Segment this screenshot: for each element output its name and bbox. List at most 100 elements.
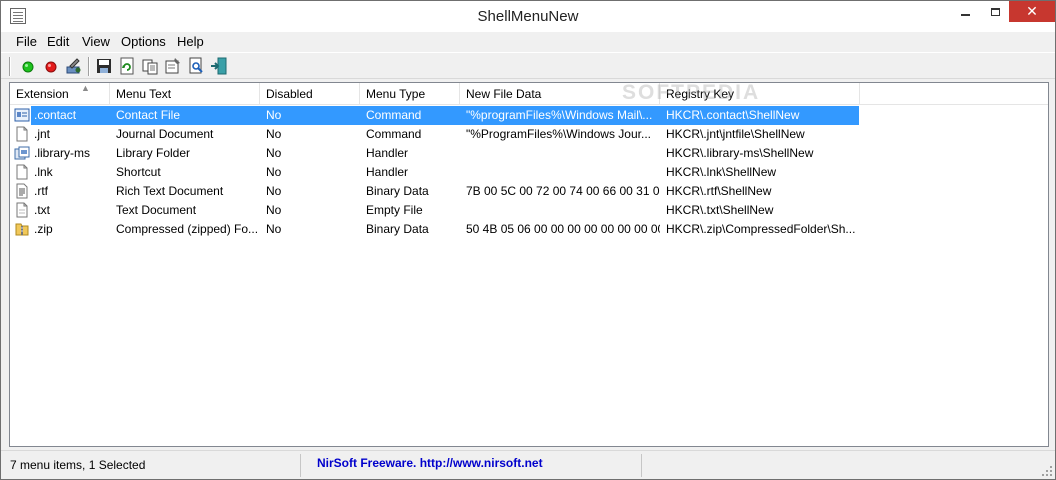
cell-new-file-data	[466, 144, 660, 163]
contact-icon	[14, 107, 30, 123]
cell-extension: .lnk	[34, 165, 53, 179]
cell-menu-type: Binary Data	[366, 222, 429, 236]
cell-disabled: No	[266, 184, 282, 198]
green-circle-icon	[22, 61, 34, 73]
sort-ascending-icon: ▲	[81, 83, 90, 93]
minimize-button[interactable]	[948, 1, 982, 22]
menu-file[interactable]: File	[16, 34, 37, 49]
cell-menu-text: Journal Document	[116, 127, 214, 141]
cell-menu-text: Rich Text Document	[116, 184, 224, 198]
library-icon	[14, 145, 30, 161]
cell-disabled: No	[266, 203, 282, 217]
cell-extension: .zip	[34, 222, 53, 236]
document-icon	[14, 164, 30, 180]
copy-button[interactable]	[140, 56, 160, 76]
cell-menu-type: Handler	[366, 165, 409, 179]
menu-items-list[interactable]: Extension ▲ Menu Text Disabled Menu Type…	[9, 81, 1049, 447]
properties-icon	[165, 58, 180, 74]
cell-menu-text: Contact File	[116, 108, 181, 122]
table-row[interactable]: .lnk Shortcut No Handler HKCR\.lnk\Shell…	[10, 163, 1048, 182]
column-extension[interactable]: Extension	[10, 83, 110, 105]
close-button[interactable]: ✕	[1009, 1, 1055, 22]
window-title: ShellMenuNew	[477, 8, 579, 25]
cell-extension: .rtf	[34, 184, 48, 198]
toolbar	[1, 52, 1055, 79]
enable-button[interactable]	[18, 56, 38, 76]
menu-options[interactable]: Options	[121, 34, 166, 49]
properties-button[interactable]	[163, 56, 183, 76]
cell-disabled: No	[266, 108, 282, 122]
maximize-button[interactable]	[982, 1, 1009, 22]
cell-extension: .txt	[34, 203, 51, 217]
softpedia-watermark: SOFTPEDIA	[622, 81, 761, 104]
cell-menu-text: Compressed (zipped) Fo...	[116, 222, 259, 236]
cell-menu-type: Command	[366, 127, 422, 141]
column-menu-type[interactable]: Menu Type	[360, 83, 460, 105]
status-panel	[641, 454, 1041, 477]
cell-menu-type: Binary Data	[366, 184, 429, 198]
cell-new-file-data: "%programFiles%\Windows Mail\...	[466, 108, 653, 122]
tools-button[interactable]	[64, 56, 84, 76]
menu-edit[interactable]: Edit	[47, 34, 69, 49]
find-button[interactable]	[186, 56, 206, 76]
cell-disabled: No	[266, 165, 282, 179]
cell-new-file-data: "%ProgramFiles%\Windows Jour...	[466, 127, 651, 141]
exit-icon	[211, 57, 227, 75]
column-header: Extension ▲ Menu Text Disabled Menu Type…	[10, 83, 1048, 105]
cell-menu-type: Empty File	[366, 203, 423, 217]
column-disabled[interactable]: Disabled	[260, 83, 360, 105]
cell-menu-text: Text Document	[116, 203, 197, 217]
resize-grip-icon[interactable]	[1041, 465, 1053, 477]
cell-menu-type: Command	[366, 108, 422, 122]
status-bar: 7 menu items, 1 Selected NirSoft Freewar…	[1, 450, 1055, 479]
cell-disabled: No	[266, 127, 282, 141]
cell-registry-key: HKCR\.jnt\jntfile\ShellNew	[666, 127, 805, 141]
column-menu-text[interactable]: Menu Text	[110, 83, 260, 105]
cell-registry-key: HKCR\.rtf\ShellNew	[666, 184, 772, 198]
cell-registry-key: HKCR\.library-ms\ShellNew	[666, 146, 814, 160]
table-row[interactable]: .rtf Rich Text Document No Binary Data 7…	[10, 182, 1048, 201]
table-row[interactable]: .zip Compressed (zipped) Fo... No Binary…	[10, 220, 1048, 239]
cell-disabled: No	[266, 222, 282, 236]
table-row[interactable]: .library-ms Library Folder No Handler HK…	[10, 144, 1048, 163]
exit-button[interactable]	[209, 56, 229, 76]
title-bar[interactable]: ShellMenuNew ✕	[1, 1, 1055, 32]
refresh-icon	[120, 57, 134, 75]
cell-menu-type: Handler	[366, 146, 409, 160]
cell-registry-key: HKCR\.contact\ShellNew	[666, 108, 800, 122]
red-circle-icon	[45, 61, 57, 73]
cell-menu-text: Library Folder	[116, 146, 191, 160]
document-icon	[14, 126, 30, 142]
refresh-button[interactable]	[117, 56, 137, 76]
zip-folder-icon	[14, 221, 30, 237]
cell-extension: .library-ms	[34, 146, 90, 160]
status-item-count: 7 menu items, 1 Selected	[1, 454, 301, 477]
save-icon	[97, 59, 111, 73]
app-window: ShellMenuNew ✕ File Edit View Options He…	[0, 0, 1056, 480]
cell-menu-text: Shortcut	[116, 165, 161, 179]
menu-bar: File Edit View Options Help	[1, 32, 1055, 52]
cell-registry-key: HKCR\.lnk\ShellNew	[666, 165, 777, 179]
tools-icon	[66, 58, 81, 74]
toolbar-grip[interactable]	[9, 57, 11, 76]
table-row[interactable]: .jnt Journal Document No Command "%Progr…	[10, 125, 1048, 144]
close-icon: ✕	[1026, 3, 1038, 19]
cell-new-file-data: 50 4B 05 06 00 00 00 00 00 00 00 00...	[466, 222, 660, 236]
cell-disabled: No	[266, 146, 282, 160]
cell-extension: .contact	[34, 108, 77, 122]
disable-button[interactable]	[41, 56, 61, 76]
cell-registry-key: HKCR\.zip\CompressedFolder\Sh...	[666, 222, 856, 236]
save-button[interactable]	[94, 56, 114, 76]
cell-extension: .jnt	[34, 127, 51, 141]
table-row[interactable]: .contact Contact File No Command "%progr…	[10, 106, 1048, 125]
cell-new-file-data	[466, 163, 660, 182]
maximize-icon	[991, 7, 1000, 16]
text-file-icon	[14, 202, 30, 218]
menu-view[interactable]: View	[82, 34, 110, 49]
menu-help[interactable]: Help	[177, 34, 204, 49]
table-row[interactable]: .txt Text Document No Empty File HKCR\.t…	[10, 201, 1048, 220]
nirsoft-link[interactable]: NirSoft Freeware. http://www.nirsoft.net	[317, 454, 543, 477]
cell-new-file-data: 7B 00 5C 00 72 00 74 00 66 00 31 0...	[466, 184, 660, 198]
copy-icon	[142, 59, 158, 75]
rtf-icon	[14, 183, 30, 199]
